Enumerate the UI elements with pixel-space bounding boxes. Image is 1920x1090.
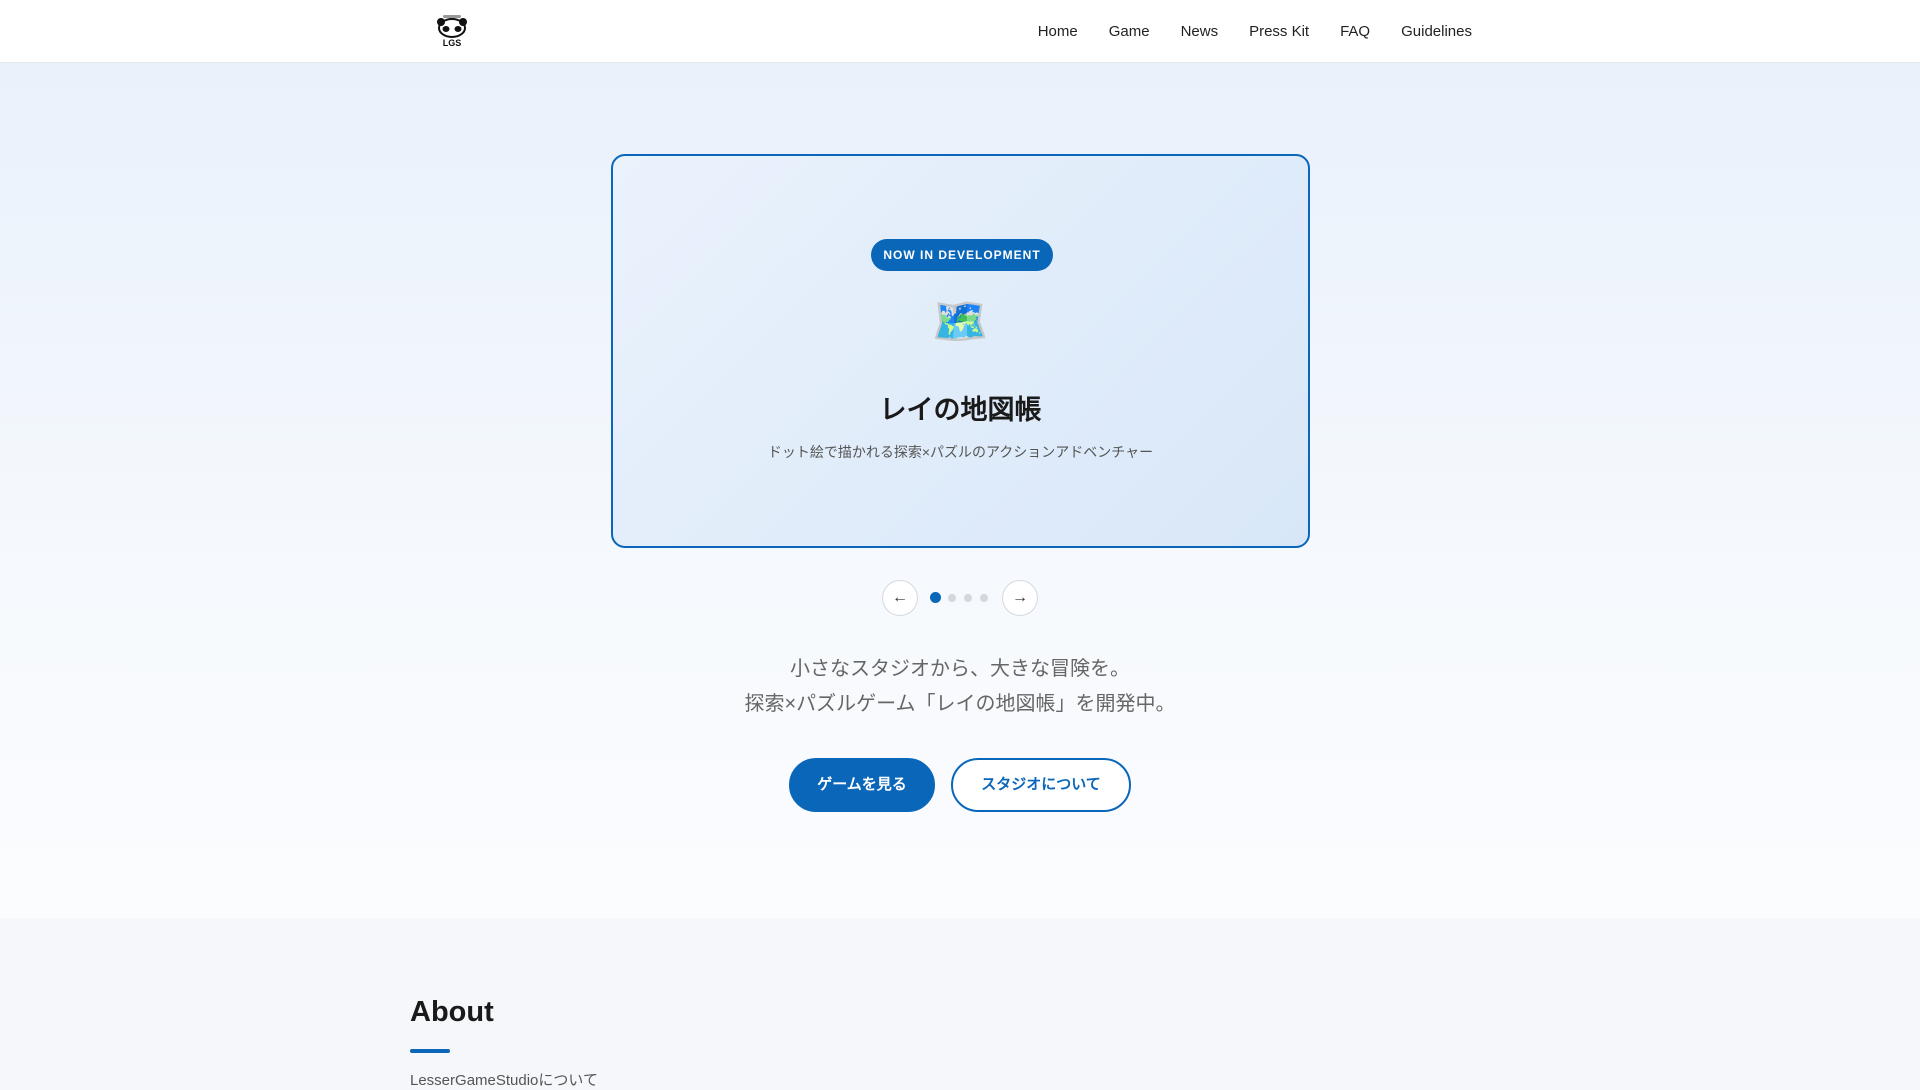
- svg-text:LGS: LGS: [443, 38, 462, 48]
- hero-section: NOW IN DEVELOPMENT 🗺️ レイの地図帳 ドット絵で描かれる探索…: [0, 63, 1920, 918]
- game-title: レイの地図帳: [879, 395, 1042, 425]
- nav-news[interactable]: News: [1181, 23, 1219, 40]
- tagline-line-1: 小さなスタジオから、大きな冒険を。: [790, 658, 1130, 680]
- next-arrow-button[interactable]: →: [1002, 580, 1038, 616]
- nav-guidelines[interactable]: Guidelines: [1401, 23, 1472, 40]
- carousel-dot-2[interactable]: [948, 594, 956, 602]
- logo[interactable]: LGS: [434, 14, 470, 48]
- nav-press-kit[interactable]: Press Kit: [1249, 23, 1309, 40]
- panda-logo-icon: LGS: [437, 15, 467, 48]
- top-nav: LGS Home Game News Press Kit FAQ Guideli…: [0, 0, 1920, 63]
- status-badge: NOW IN DEVELOPMENT: [871, 239, 1053, 271]
- carousel-dot-4[interactable]: [980, 594, 988, 602]
- game-card[interactable]: NOW IN DEVELOPMENT 🗺️ レイの地図帳 ドット絵で描かれる探索…: [611, 154, 1310, 548]
- carousel-dot-1[interactable]: [930, 592, 941, 603]
- prev-arrow-button[interactable]: ←: [882, 580, 918, 616]
- about-studio-button[interactable]: スタジオについて: [951, 758, 1131, 812]
- heading-underline: [410, 1049, 450, 1053]
- game-subtitle: ドット絵で描かれる探索×パズルのアクションアドベンチャー: [767, 444, 1154, 460]
- map-icon: 🗺️: [931, 295, 990, 347]
- nav-faq[interactable]: FAQ: [1340, 23, 1370, 40]
- view-game-button[interactable]: ゲームを見る: [789, 758, 935, 812]
- about-heading: About: [410, 996, 494, 1028]
- nav-game[interactable]: Game: [1109, 23, 1150, 40]
- carousel-controls: ← →: [0, 580, 1920, 616]
- carousel-dot-3[interactable]: [964, 594, 972, 602]
- tagline-line-2: 探索×パズルゲーム「レイの地図帳」を開発中。: [744, 693, 1176, 715]
- nav-home[interactable]: Home: [1038, 23, 1078, 40]
